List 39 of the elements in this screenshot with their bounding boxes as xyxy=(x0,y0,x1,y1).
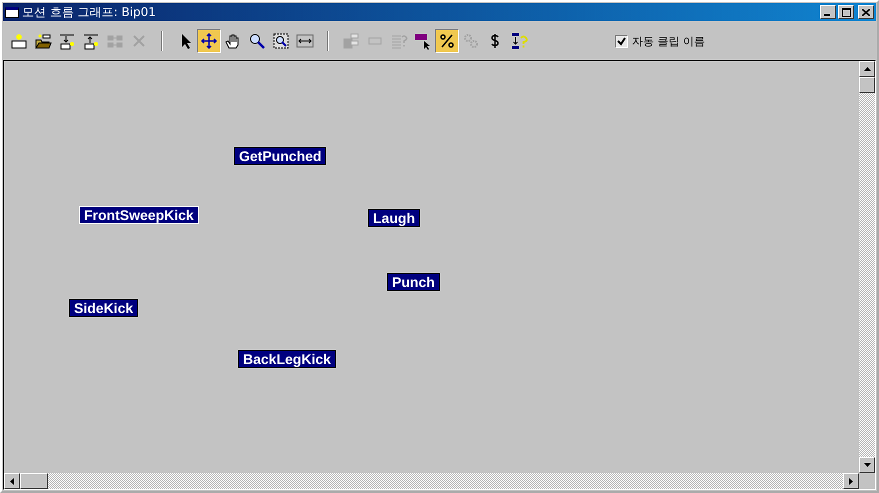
toolbar-button[interactable] xyxy=(435,29,459,53)
up-arrow-icon xyxy=(864,67,870,71)
horizontal-scrollbar[interactable] xyxy=(4,473,859,489)
minimize-button[interactable] xyxy=(820,5,836,19)
new-file-icon xyxy=(10,32,28,50)
clip-node[interactable]: Punch xyxy=(387,273,440,291)
clip-node[interactable]: FrontSweepKick xyxy=(79,206,199,224)
window-icon xyxy=(5,6,19,18)
arrow-question-icon xyxy=(510,32,528,50)
vertical-scrollbar[interactable] xyxy=(859,61,875,473)
zoom-region-icon xyxy=(272,32,290,50)
window-title: 모션 흐름 그래프: Bip01 xyxy=(22,4,157,20)
clip-node[interactable]: BackLegKick xyxy=(238,350,336,368)
check-icon xyxy=(617,36,626,46)
maximize-icon xyxy=(842,8,850,16)
clip-node[interactable]: SideKick xyxy=(69,299,138,317)
clip-node[interactable]: Laugh xyxy=(368,209,420,227)
fit-width-icon xyxy=(296,32,314,50)
down-arrow-icon xyxy=(864,463,870,467)
checkbox[interactable] xyxy=(615,34,628,48)
color-swatch-pointer-icon xyxy=(414,32,432,50)
right-arrow-icon xyxy=(849,478,853,484)
checkbox-label[interactable]: 자동 클립 이름 xyxy=(632,34,705,48)
magnifier-icon xyxy=(248,32,266,50)
percent-icon xyxy=(438,32,456,50)
maximize-button[interactable] xyxy=(838,5,854,19)
toolbar-button[interactable] xyxy=(197,29,221,53)
insert-above-icon xyxy=(82,32,100,50)
clip-node[interactable]: GetPunched xyxy=(234,147,326,165)
scroll-thumb[interactable] xyxy=(20,473,48,489)
nodes-icon xyxy=(342,32,360,50)
insert-below-icon xyxy=(58,32,76,50)
close-icon xyxy=(862,8,870,16)
gears-icon xyxy=(462,32,480,50)
open-folder-icon xyxy=(34,32,52,50)
close-button[interactable] xyxy=(858,5,874,19)
move-arrows-icon xyxy=(200,32,218,50)
scroll-thumb[interactable] xyxy=(859,77,875,93)
left-arrow-icon xyxy=(10,478,14,484)
